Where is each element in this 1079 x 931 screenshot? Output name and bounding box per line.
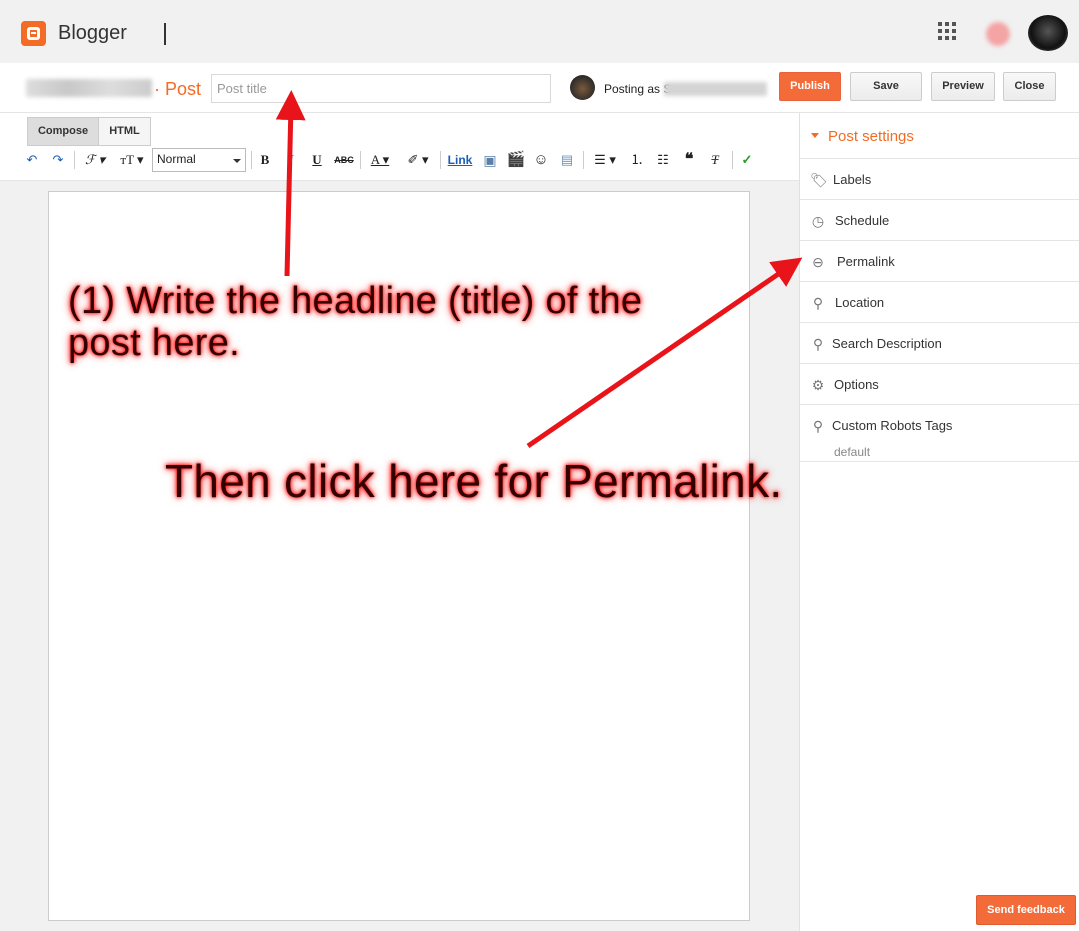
- numbered-list-icon[interactable]: ⒈: [628, 151, 646, 169]
- sidebar-item-custom-robots-tags[interactable]: ⚲ Custom Robots Tags default: [800, 405, 1079, 462]
- chevron-down-icon: [233, 159, 241, 163]
- sidebar-item-search-description[interactable]: ⚲ Search Description: [800, 323, 1079, 364]
- blog-name-redacted: [26, 79, 152, 97]
- post-settings-sidebar: Post settings 🏷 Labels ◷ Schedule ⊖ Perm…: [799, 113, 1079, 931]
- editor-area: Compose HTML ↶ ↷ ℱ ▾ тT ▾ Normal B I U A…: [0, 113, 799, 931]
- robots-tags-value: default: [834, 445, 871, 459]
- bulleted-list-icon[interactable]: ☷: [654, 151, 672, 169]
- clock-icon: ◷: [811, 213, 825, 229]
- send-feedback-button[interactable]: Send feedback: [976, 895, 1076, 925]
- text-color-icon[interactable]: A ▾: [366, 151, 394, 169]
- redo-icon[interactable]: ↷: [50, 151, 66, 169]
- font-size-icon[interactable]: тT ▾: [116, 151, 148, 169]
- annotation-step1: (1) Write the headline (title) of the po…: [68, 280, 643, 364]
- search-icon: ⚲: [812, 336, 824, 352]
- sidebar-item-location[interactable]: ⚲ Location: [800, 282, 1079, 323]
- top-bar: Blogger: [0, 0, 1079, 63]
- breadcrumb-post: · Post: [154, 79, 202, 99]
- font-family-icon[interactable]: ℱ ▾: [81, 151, 109, 169]
- video-icon[interactable]: 🎬: [506, 151, 526, 169]
- post-header-bar: · Post Post title Posting as S Publish S…: [0, 63, 1079, 113]
- editor-toolbar: Compose HTML ↶ ↷ ℱ ▾ тT ▾ Normal B I U A…: [0, 113, 799, 181]
- align-icon[interactable]: ☰ ▾: [590, 151, 620, 169]
- sidebar-item-permalink[interactable]: ⊖ Permalink: [800, 241, 1079, 282]
- post-settings-header[interactable]: Post settings: [800, 113, 1079, 159]
- quote-icon[interactable]: ❝: [680, 151, 698, 169]
- jump-break-icon[interactable]: ▤: [558, 151, 576, 169]
- tab-html[interactable]: HTML: [98, 117, 151, 146]
- tab-compose[interactable]: Compose: [27, 117, 99, 146]
- author-name-redacted: [664, 82, 767, 96]
- sidebar-item-labels[interactable]: 🏷 Labels: [800, 159, 1079, 200]
- account-avatar[interactable]: [1028, 15, 1068, 51]
- apps-grid-icon[interactable]: [938, 22, 956, 40]
- author-avatar: [570, 75, 595, 100]
- emoji-icon[interactable]: ☺: [532, 151, 550, 169]
- chevron-down-icon: [811, 133, 819, 138]
- posting-as-label: Posting as S: [604, 82, 672, 96]
- format-select[interactable]: Normal: [152, 148, 246, 172]
- strikethrough-icon[interactable]: ABC: [334, 151, 354, 169]
- blogger-logo-icon[interactable]: [21, 21, 46, 46]
- remove-formatting-icon[interactable]: T: [706, 151, 724, 169]
- underline-icon[interactable]: U: [310, 151, 324, 169]
- link-icon: ⊖: [812, 254, 824, 270]
- post-title-input[interactable]: Post title: [211, 74, 551, 103]
- publish-button[interactable]: Publish: [779, 72, 841, 101]
- sidebar-item-schedule[interactable]: ◷ Schedule: [800, 200, 1079, 241]
- gear-icon: ⚙: [811, 377, 825, 393]
- highlight-color-icon[interactable]: ✐ ▾: [403, 151, 433, 169]
- close-button[interactable]: Close: [1003, 72, 1056, 101]
- pin-icon: ⚲: [812, 295, 824, 311]
- annotation-step2: Then click here for Permalink.: [165, 455, 783, 507]
- undo-icon[interactable]: ↶: [24, 151, 40, 169]
- brand-name[interactable]: Blogger: [58, 22, 127, 45]
- save-button[interactable]: Save: [850, 72, 922, 101]
- italic-icon[interactable]: I: [284, 151, 298, 169]
- tag-icon: 🏷: [810, 172, 828, 188]
- sidebar-item-options[interactable]: ⚙ Options: [800, 364, 1079, 405]
- link-button[interactable]: Link: [446, 151, 474, 169]
- bold-icon[interactable]: B: [258, 151, 272, 169]
- notification-icon[interactable]: [986, 22, 1010, 46]
- divider: [164, 23, 166, 45]
- spellcheck-icon[interactable]: ✓: [738, 151, 756, 169]
- search-icon: ⚲: [812, 418, 824, 434]
- preview-button[interactable]: Preview: [931, 72, 995, 101]
- image-icon[interactable]: ▣: [480, 151, 500, 169]
